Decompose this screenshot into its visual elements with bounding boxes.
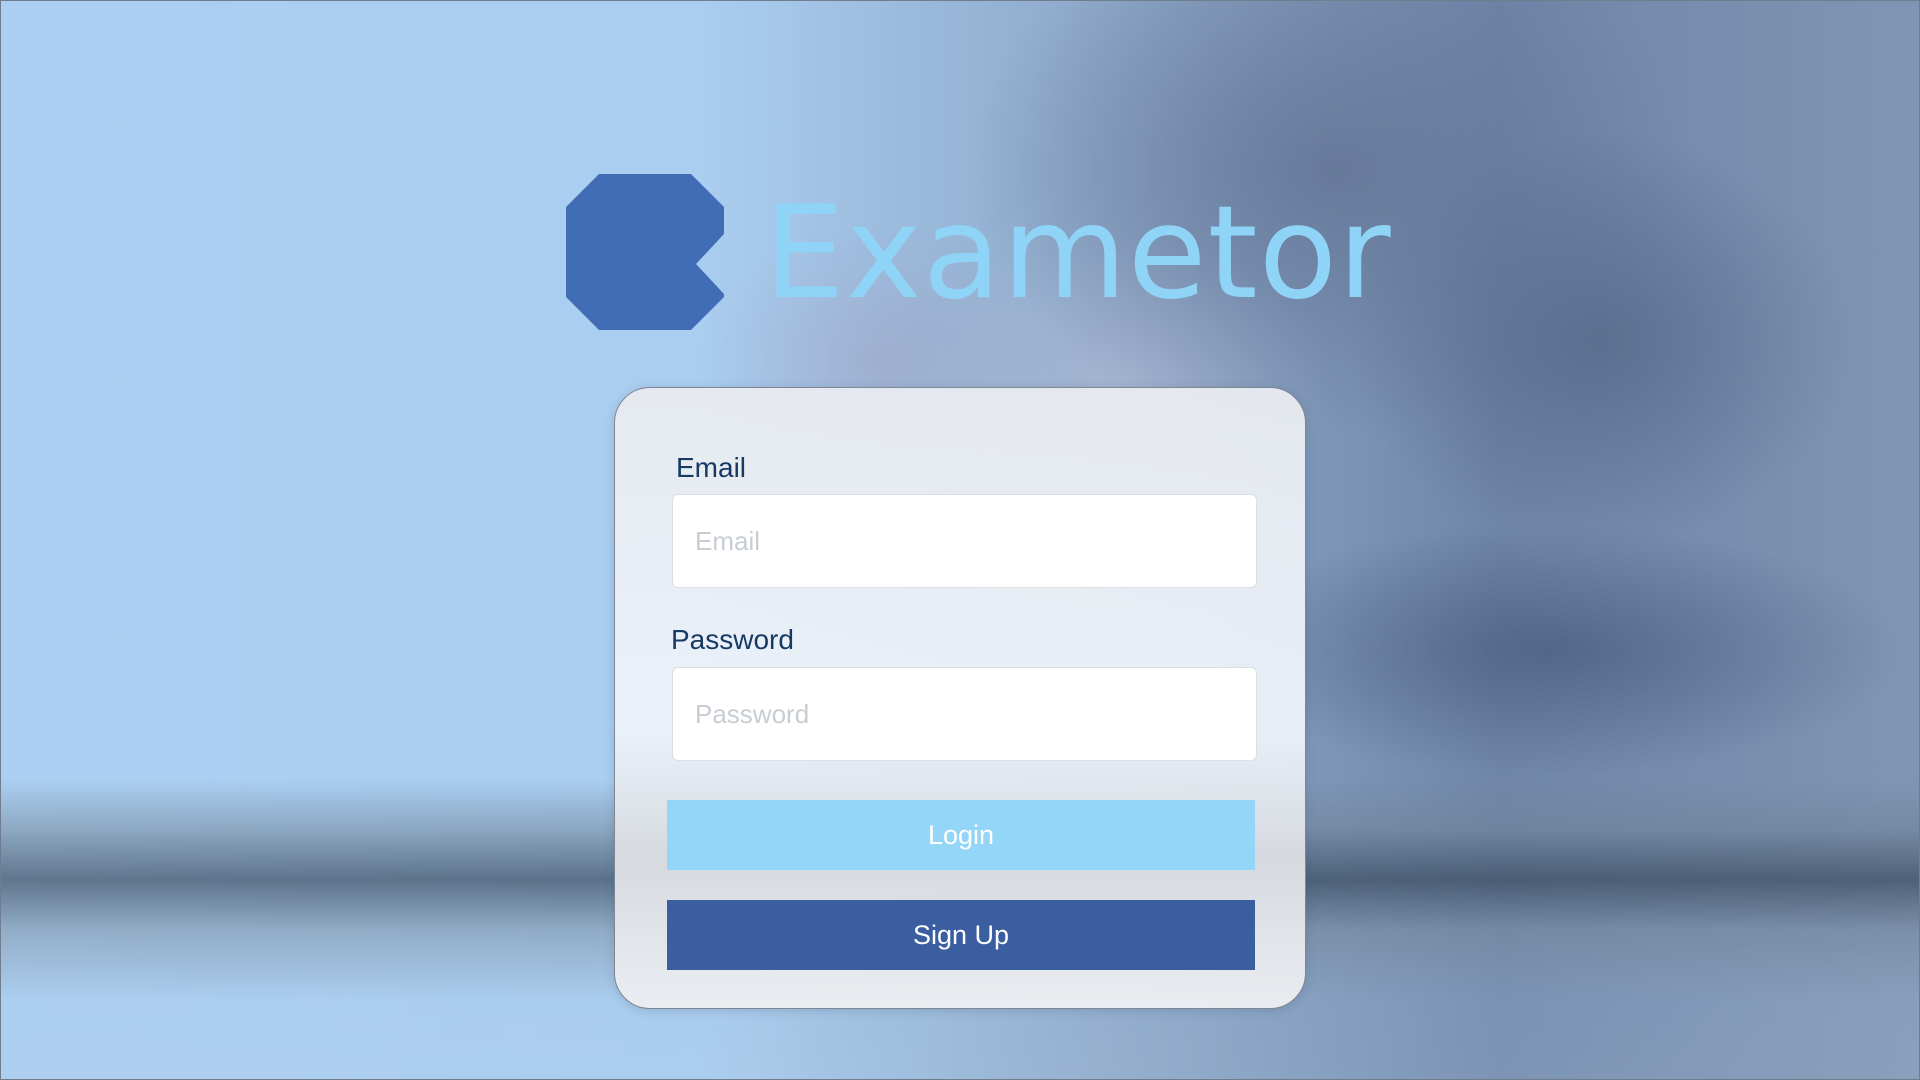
signup-button[interactable]: Sign Up xyxy=(667,900,1255,970)
login-button[interactable]: Login xyxy=(667,800,1255,870)
email-label: Email xyxy=(676,452,747,483)
brand-name: Exametor xyxy=(764,179,1392,328)
login-screen: Exametor Email Password Login Sign Up xyxy=(0,0,1920,1080)
password-input[interactable] xyxy=(672,667,1257,761)
email-input[interactable] xyxy=(672,494,1257,588)
exametor-logo-icon xyxy=(566,174,724,330)
brand-logo: Exametor xyxy=(566,174,1392,330)
password-label: Password xyxy=(671,624,794,655)
login-card: Email Password Login Sign Up xyxy=(614,387,1306,1009)
